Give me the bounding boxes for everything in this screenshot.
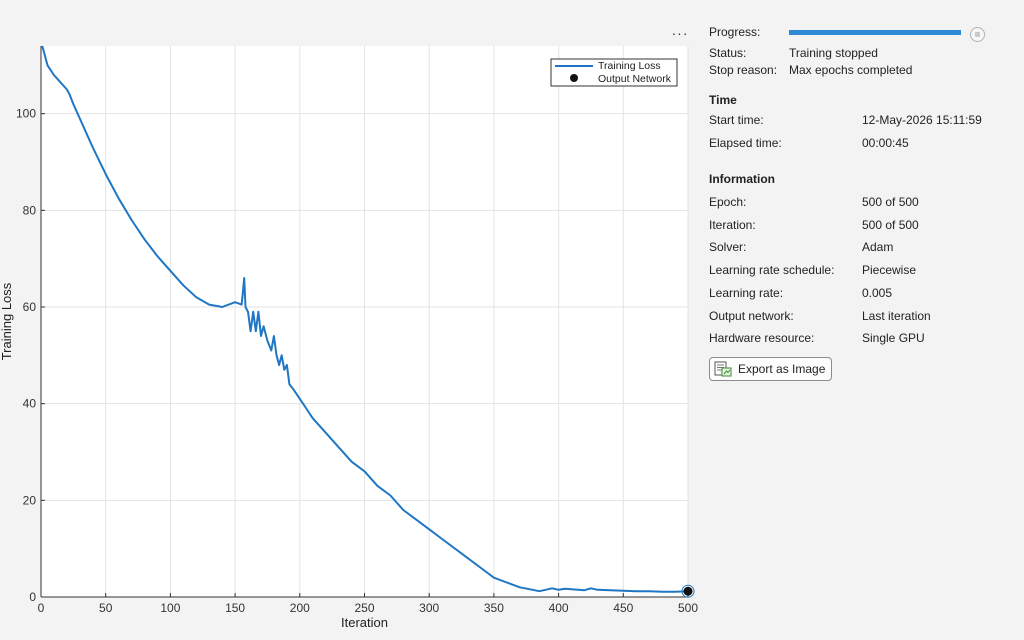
training-loss-chart: 0 50 100 150 200 250 300 350 400 450 500 0 20 40 60 80 1…: [0, 45, 698, 630]
export-button-label: Export as Image: [738, 362, 826, 376]
stop-reason-value: Max epochs completed: [789, 63, 913, 77]
status-label: Status:: [709, 46, 747, 60]
legend-label-output-network: Output Network: [598, 73, 672, 85]
legend-label-training-loss: Training Loss: [598, 60, 661, 72]
x-tick-label: 250: [354, 601, 374, 615]
more-options-button[interactable]: ···: [668, 26, 692, 44]
epoch-label: Epoch:: [709, 195, 747, 209]
learning-rate-label: Learning rate:: [709, 286, 784, 300]
x-tick-label: 450: [613, 601, 633, 615]
x-tick-label: 350: [484, 601, 504, 615]
export-image-icon: [714, 361, 732, 377]
solver-value: Adam: [862, 240, 894, 254]
y-tick-label: 60: [23, 300, 37, 314]
x-axis-label: Iteration: [341, 615, 388, 630]
x-tick-label: 300: [419, 601, 439, 615]
hardware-resource-label: Hardware resource:: [709, 331, 815, 345]
y-tick-label: 80: [23, 203, 37, 217]
iteration-value: 500 of 500: [862, 218, 919, 232]
x-tick-label: 500: [678, 601, 698, 615]
x-tick-label: 150: [225, 601, 245, 615]
progress-label: Progress:: [709, 25, 761, 39]
y-tick-label: 40: [23, 397, 37, 411]
hardware-resource-value: Single GPU: [862, 331, 925, 345]
x-tick-label: 400: [549, 601, 569, 615]
y-tick-label: 0: [29, 590, 36, 604]
solver-label: Solver:: [709, 240, 747, 254]
time-section-title: Time: [709, 93, 737, 107]
lr-schedule-label: Learning rate schedule:: [709, 263, 835, 277]
status-value: Training stopped: [789, 46, 878, 60]
x-tick-label: 100: [160, 601, 180, 615]
y-tick-label: 100: [16, 107, 36, 121]
information-section-title: Information: [709, 172, 775, 186]
progress-bar: [789, 30, 961, 35]
start-time-label: Start time:: [709, 113, 764, 127]
x-tick-label: 50: [99, 601, 113, 615]
start-time-value: 12-May-2026 15:11:59: [862, 113, 982, 127]
x-tick-label: 0: [38, 601, 45, 615]
y-axis-label: Training Loss: [0, 282, 14, 360]
elapsed-time-value: 00:00:45: [862, 136, 909, 150]
output-network-marker: [683, 586, 693, 596]
export-as-image-button[interactable]: Export as Image: [709, 357, 833, 381]
iteration-label: Iteration:: [709, 218, 756, 232]
training-info-panel: Progress: Status: Training stopped Stop …: [709, 20, 1009, 420]
epoch-value: 500 of 500: [862, 195, 919, 209]
stop-training-button[interactable]: [970, 27, 985, 42]
legend-marker-swatch: [570, 74, 578, 82]
stop-reason-label: Stop reason:: [709, 63, 778, 77]
progress-bar-fill: [789, 30, 961, 35]
learning-rate-value: 0.005: [862, 286, 893, 300]
output-network-label: Output network:: [709, 309, 794, 323]
output-network-value: Last iteration: [862, 309, 931, 323]
elapsed-time-label: Elapsed time:: [709, 136, 782, 150]
y-tick-label: 20: [23, 493, 37, 507]
training-plot-area: 0 50 100 150 200 250 300 350 400 450 500 0 20 40 60 80 1…: [0, 0, 700, 640]
lr-schedule-value: Piecewise: [862, 263, 917, 277]
x-tick-label: 200: [290, 601, 310, 615]
